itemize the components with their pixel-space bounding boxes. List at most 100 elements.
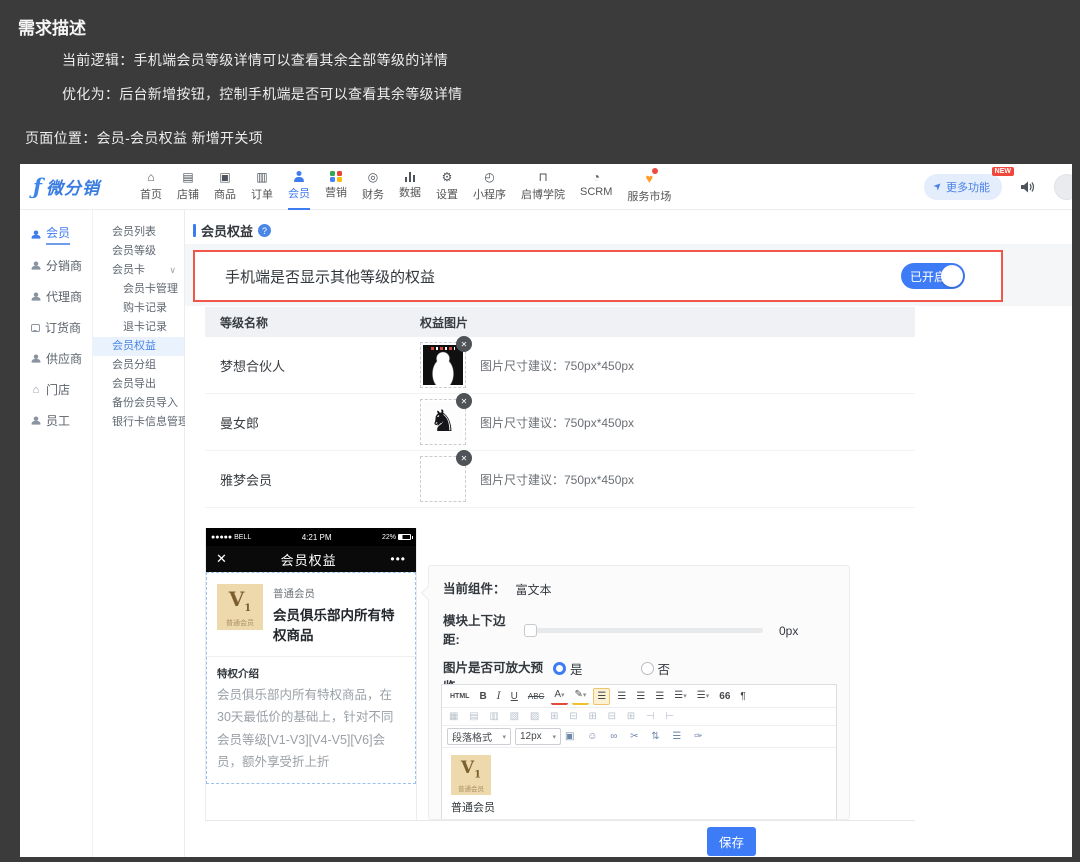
requirement-current-logic: 当前逻辑：手机端会员等级详情可以查看其余全部等级的详情	[62, 50, 448, 70]
module-margin-label: 模块上下边距:	[443, 612, 511, 650]
highlight-color-button[interactable]: ✎▾	[572, 687, 590, 705]
menu-member-card-manage[interactable]: 会员卡管理	[93, 280, 184, 299]
selected-richtext-component[interactable]: V1 普通会员 普通会员 会员俱乐部内所有特权商品 特权介绍 会员俱乐部内所有特…	[206, 572, 416, 784]
bold-button[interactable]: B	[476, 689, 489, 704]
sidebar-staff[interactable]: 员工	[20, 405, 92, 436]
more-functions-button[interactable]: ➤ 更多功能 NEW	[924, 174, 1002, 200]
topnav-academy[interactable]: ⊓启博学院	[521, 164, 565, 210]
align-center-button[interactable]: ☰	[614, 689, 629, 704]
topnav-marketing[interactable]: 营销	[325, 164, 347, 210]
topnav-goods[interactable]: ▣商品	[214, 164, 236, 210]
gear-icon: ⚙	[442, 171, 453, 184]
sidebar-agents[interactable]: 代理商	[20, 281, 92, 312]
user-avatar[interactable]	[1054, 174, 1072, 200]
numbered-list-button[interactable]: ☰▾	[694, 688, 712, 704]
underline-button[interactable]: U	[508, 689, 521, 704]
sidebar-label: 代理商	[46, 288, 82, 305]
radio-no[interactable]: 否	[641, 659, 671, 678]
topnav-home[interactable]: ⌂首页	[140, 164, 162, 210]
topnav-label: 小程序	[473, 186, 506, 202]
topnav-shop[interactable]: ▤店铺	[177, 164, 199, 210]
menu-bank-card-info[interactable]: 银行卡信息管理	[93, 413, 184, 432]
insert-tools-icons[interactable]: ▣ ☺ ∞ ✂ ⇅ ☰ ✑	[565, 731, 708, 742]
close-icon: ✕	[216, 551, 227, 567]
academy-icon: ⊓	[538, 171, 547, 184]
sidebar-order-dealers[interactable]: 订货商	[20, 312, 92, 343]
slider-handle[interactable]	[524, 624, 537, 637]
help-icon[interactable]: ?	[258, 224, 271, 237]
menu-member-groups[interactable]: 会员分组	[93, 356, 184, 375]
italic-button[interactable]: I	[494, 689, 504, 704]
sidebar-members[interactable]: 会员	[20, 219, 92, 250]
table-row: 梦想合伙人 ✕ 图片尺寸建议：750px*450px	[205, 337, 915, 394]
align-right-button[interactable]: ☰	[633, 689, 648, 704]
blockquote-button[interactable]: 66	[716, 689, 733, 704]
store-icon: ⌂	[31, 384, 41, 396]
font-size-select[interactable]: 12px▾	[515, 728, 561, 745]
margin-slider[interactable]	[525, 628, 763, 633]
font-color-button[interactable]: A▾	[551, 687, 567, 705]
radio-icon	[553, 662, 566, 675]
topnav-label: 首页	[140, 186, 162, 202]
topnav-label: 数据	[399, 184, 421, 200]
member-icon	[293, 171, 305, 183]
remove-image-button[interactable]: ✕	[456, 393, 472, 409]
header-level-name: 等级名称	[205, 314, 420, 331]
topnav-market[interactable]: ♥服务市场	[627, 164, 671, 210]
menu-card-refund-records[interactable]: 退卡记录	[93, 318, 184, 337]
editor-toolbar-row2: ▦ ▤ ▥ ▧ ▨ ⊞ ⊟ ⊞ ⊟ ⊞ ⊣ ⊢	[442, 708, 836, 726]
paragraph-format-select[interactable]: 段落格式▾	[447, 728, 511, 745]
menu-member-card[interactable]: 会员卡∨	[93, 261, 184, 280]
v1-level-badge: V1 普通会员	[217, 584, 263, 630]
topnav-data[interactable]: 数据	[399, 164, 421, 210]
align-left-button[interactable]: ☰	[593, 688, 610, 705]
numbered-list-glyph: ☰	[697, 690, 706, 701]
card-headline: 会员俱乐部内所有特权商品	[273, 604, 405, 644]
editor-content-area[interactable]: V1 普通会员 普通会员 会员俱乐部内所有特权商品 特权介绍	[442, 748, 836, 819]
bullet-list-button[interactable]: ☰▾	[671, 688, 689, 704]
switch-label: 手机端是否显示其他等级的权益	[225, 266, 435, 287]
staff-icon	[32, 416, 41, 425]
benefit-image-upload[interactable]: ✕	[420, 342, 466, 388]
strikethrough-button[interactable]: ABC	[525, 689, 547, 704]
badge-caption: 普通会员	[451, 783, 491, 793]
benefit-image-upload[interactable]: ✕	[420, 456, 466, 502]
ellipsis-menu-icon: •••	[390, 552, 406, 566]
remove-image-button[interactable]: ✕	[456, 450, 472, 466]
save-button[interactable]: 保存	[707, 827, 756, 856]
requirement-optimization: 优化为：后台新增按钮，控制手机端是否可以查看其余等级详情	[62, 84, 462, 104]
sidebar-label: 分销商	[46, 257, 82, 274]
phone-preview: ●●●●● BELL 4:21 PM 22% ✕ 会员权益 ••• V1 普通会…	[205, 528, 417, 820]
menu-backup-member-import[interactable]: 备份会员导入	[93, 394, 184, 413]
radio-yes[interactable]: 是	[553, 659, 583, 678]
topnav-members[interactable]: 会员	[288, 164, 310, 210]
logo-text: 微分销	[46, 174, 100, 199]
menu-member-benefits[interactable]: 会员权益	[93, 337, 184, 356]
html-source-button[interactable]: HTML	[447, 689, 472, 704]
other-levels-toggle[interactable]: 已开启	[901, 263, 965, 289]
topnav-settings[interactable]: ⚙设置	[436, 164, 458, 210]
topnav-miniprogram[interactable]: ◴小程序	[473, 164, 506, 210]
menu-member-list[interactable]: 会员列表	[93, 223, 184, 242]
paragraph-wrap-button[interactable]: ¶	[737, 689, 748, 704]
speaker-icon[interactable]	[1020, 180, 1036, 194]
benefit-image-upload[interactable]: ♞ ✕	[420, 399, 466, 445]
app-logo[interactable]: ƒ 微分销	[20, 174, 132, 199]
card-level-text: 普通会员	[273, 586, 405, 601]
sidebar-distributors[interactable]: 分销商	[20, 250, 92, 281]
topnav-finance[interactable]: ◎财务	[362, 164, 384, 210]
remove-image-button[interactable]: ✕	[456, 336, 472, 352]
menu-member-export[interactable]: 会员导出	[93, 375, 184, 394]
sidebar-stores[interactable]: ⌂门店	[20, 374, 92, 405]
benefit-image-cat	[423, 345, 463, 385]
topnav-orders[interactable]: ▥订单	[251, 164, 273, 210]
sidebar-suppliers[interactable]: 供应商	[20, 343, 92, 374]
menu-member-level[interactable]: 会员等级	[93, 242, 184, 261]
level-name: 曼女郎	[205, 413, 420, 432]
radio-label: 是	[570, 659, 583, 678]
table-tools-icons[interactable]: ▦ ▤ ▥ ▧ ▨ ⊞ ⊟ ⊞ ⊟ ⊞ ⊣ ⊢	[447, 710, 680, 723]
current-component-label: 当前组件：	[443, 580, 506, 599]
menu-card-purchase-records[interactable]: 购卡记录	[93, 299, 184, 318]
topnav-scrm[interactable]: ◔SCRM	[580, 164, 612, 210]
align-justify-button[interactable]: ☰	[652, 689, 667, 704]
